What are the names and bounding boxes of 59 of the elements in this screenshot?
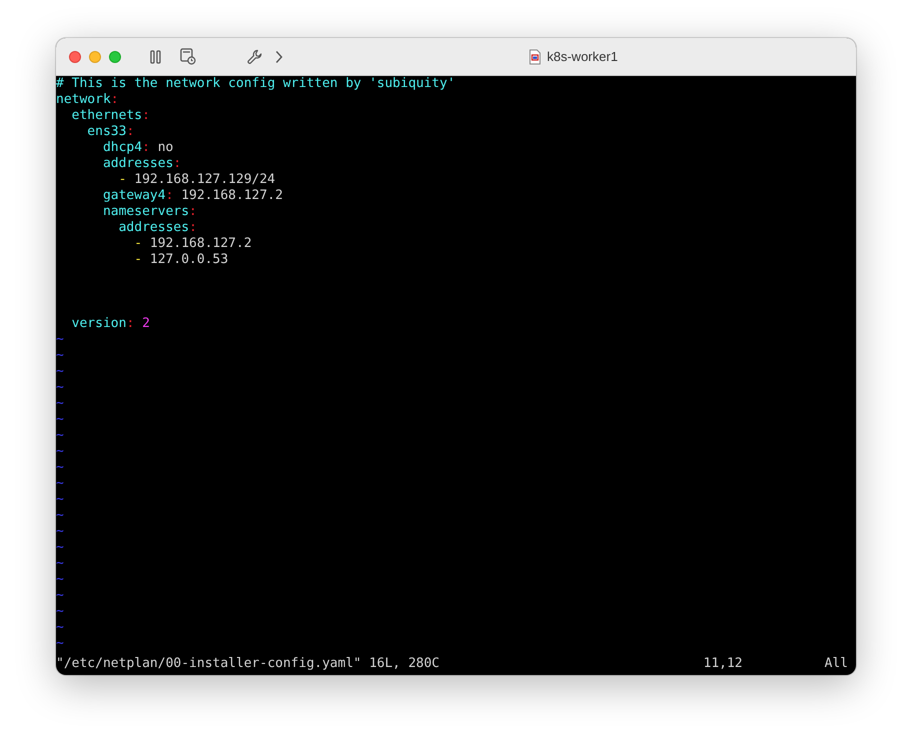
yaml-value: no [158, 140, 174, 156]
yaml-value: 127.0.0.53 [150, 252, 228, 268]
empty-line-marker: ~ [56, 524, 64, 540]
number-value: 2 [142, 316, 150, 332]
empty-line-marker: ~ [56, 364, 64, 380]
colon-mark: : [126, 316, 134, 332]
pause-icon[interactable] [150, 50, 162, 64]
empty-line-marker: ~ [56, 412, 64, 428]
empty-line-marker: ~ [56, 604, 64, 620]
empty-line-marker: ~ [56, 620, 64, 636]
wrench-icon[interactable] [247, 48, 263, 64]
scroll-position: All [824, 656, 848, 672]
empty-line-marker: ~ [56, 332, 64, 348]
yaml-key: addresses [118, 220, 190, 236]
yaml-key: ethernets [72, 108, 142, 124]
colon-mark: : [189, 220, 197, 236]
code-comment: # This is the network config written by 'subiquity' [56, 76, 456, 92]
colon-mark: : [166, 188, 174, 204]
colon-mark: : [142, 108, 150, 124]
document-icon [529, 48, 541, 64]
list-dash: - [134, 236, 142, 252]
yaml-key: nameservers [102, 204, 190, 220]
zoom-button[interactable] [109, 50, 121, 62]
colon-mark: : [173, 156, 182, 172]
yaml-value: 192.168.127.2 [181, 188, 283, 204]
empty-line-marker: ~ [56, 460, 64, 476]
empty-line-marker: ~ [56, 380, 64, 396]
colon-mark: : [110, 92, 119, 108]
empty-line-marker: ~ [56, 556, 64, 572]
cursor-position: 11,12 [703, 656, 743, 672]
list-dash: - [134, 252, 142, 268]
empty-line-marker: ~ [56, 588, 64, 604]
yaml-key: ens33 [87, 124, 126, 140]
yaml-key: addresses [102, 156, 174, 172]
yaml-value: 192.168.127.2 [150, 236, 252, 252]
colon-mark: : [142, 140, 150, 156]
empty-line-marker: ~ [56, 444, 64, 460]
status-message: "/etc/netplan/00-installer-config.yaml" 16L, 280C [56, 656, 440, 672]
yaml-key: version [72, 316, 126, 332]
close-button[interactable] [69, 50, 81, 62]
yaml-key: network [56, 92, 111, 108]
empty-line-marker: ~ [56, 348, 64, 364]
empty-line-marker: ~ [56, 636, 64, 652]
yaml-key: gateway4 [102, 188, 166, 204]
empty-line-marker: ~ [56, 540, 64, 556]
colon-mark: : [126, 124, 134, 140]
yaml-key: dhcp4 [102, 140, 142, 156]
yaml-value: 192.168.127.129/24 [134, 172, 276, 188]
colon-mark: : [189, 204, 197, 220]
empty-line-marker: ~ [56, 428, 64, 444]
empty-line-marker: ~ [56, 508, 64, 524]
window-title: k8s-worker1 [547, 49, 618, 64]
empty-line-marker: ~ [56, 476, 64, 492]
empty-line-marker: ~ [56, 396, 64, 412]
empty-line-marker: ~ [56, 492, 64, 508]
chevron-right-icon[interactable] [275, 50, 283, 64]
list-dash: - [118, 172, 126, 188]
empty-line-marker: ~ [56, 572, 64, 588]
snapshot-icon[interactable] [180, 48, 196, 65]
